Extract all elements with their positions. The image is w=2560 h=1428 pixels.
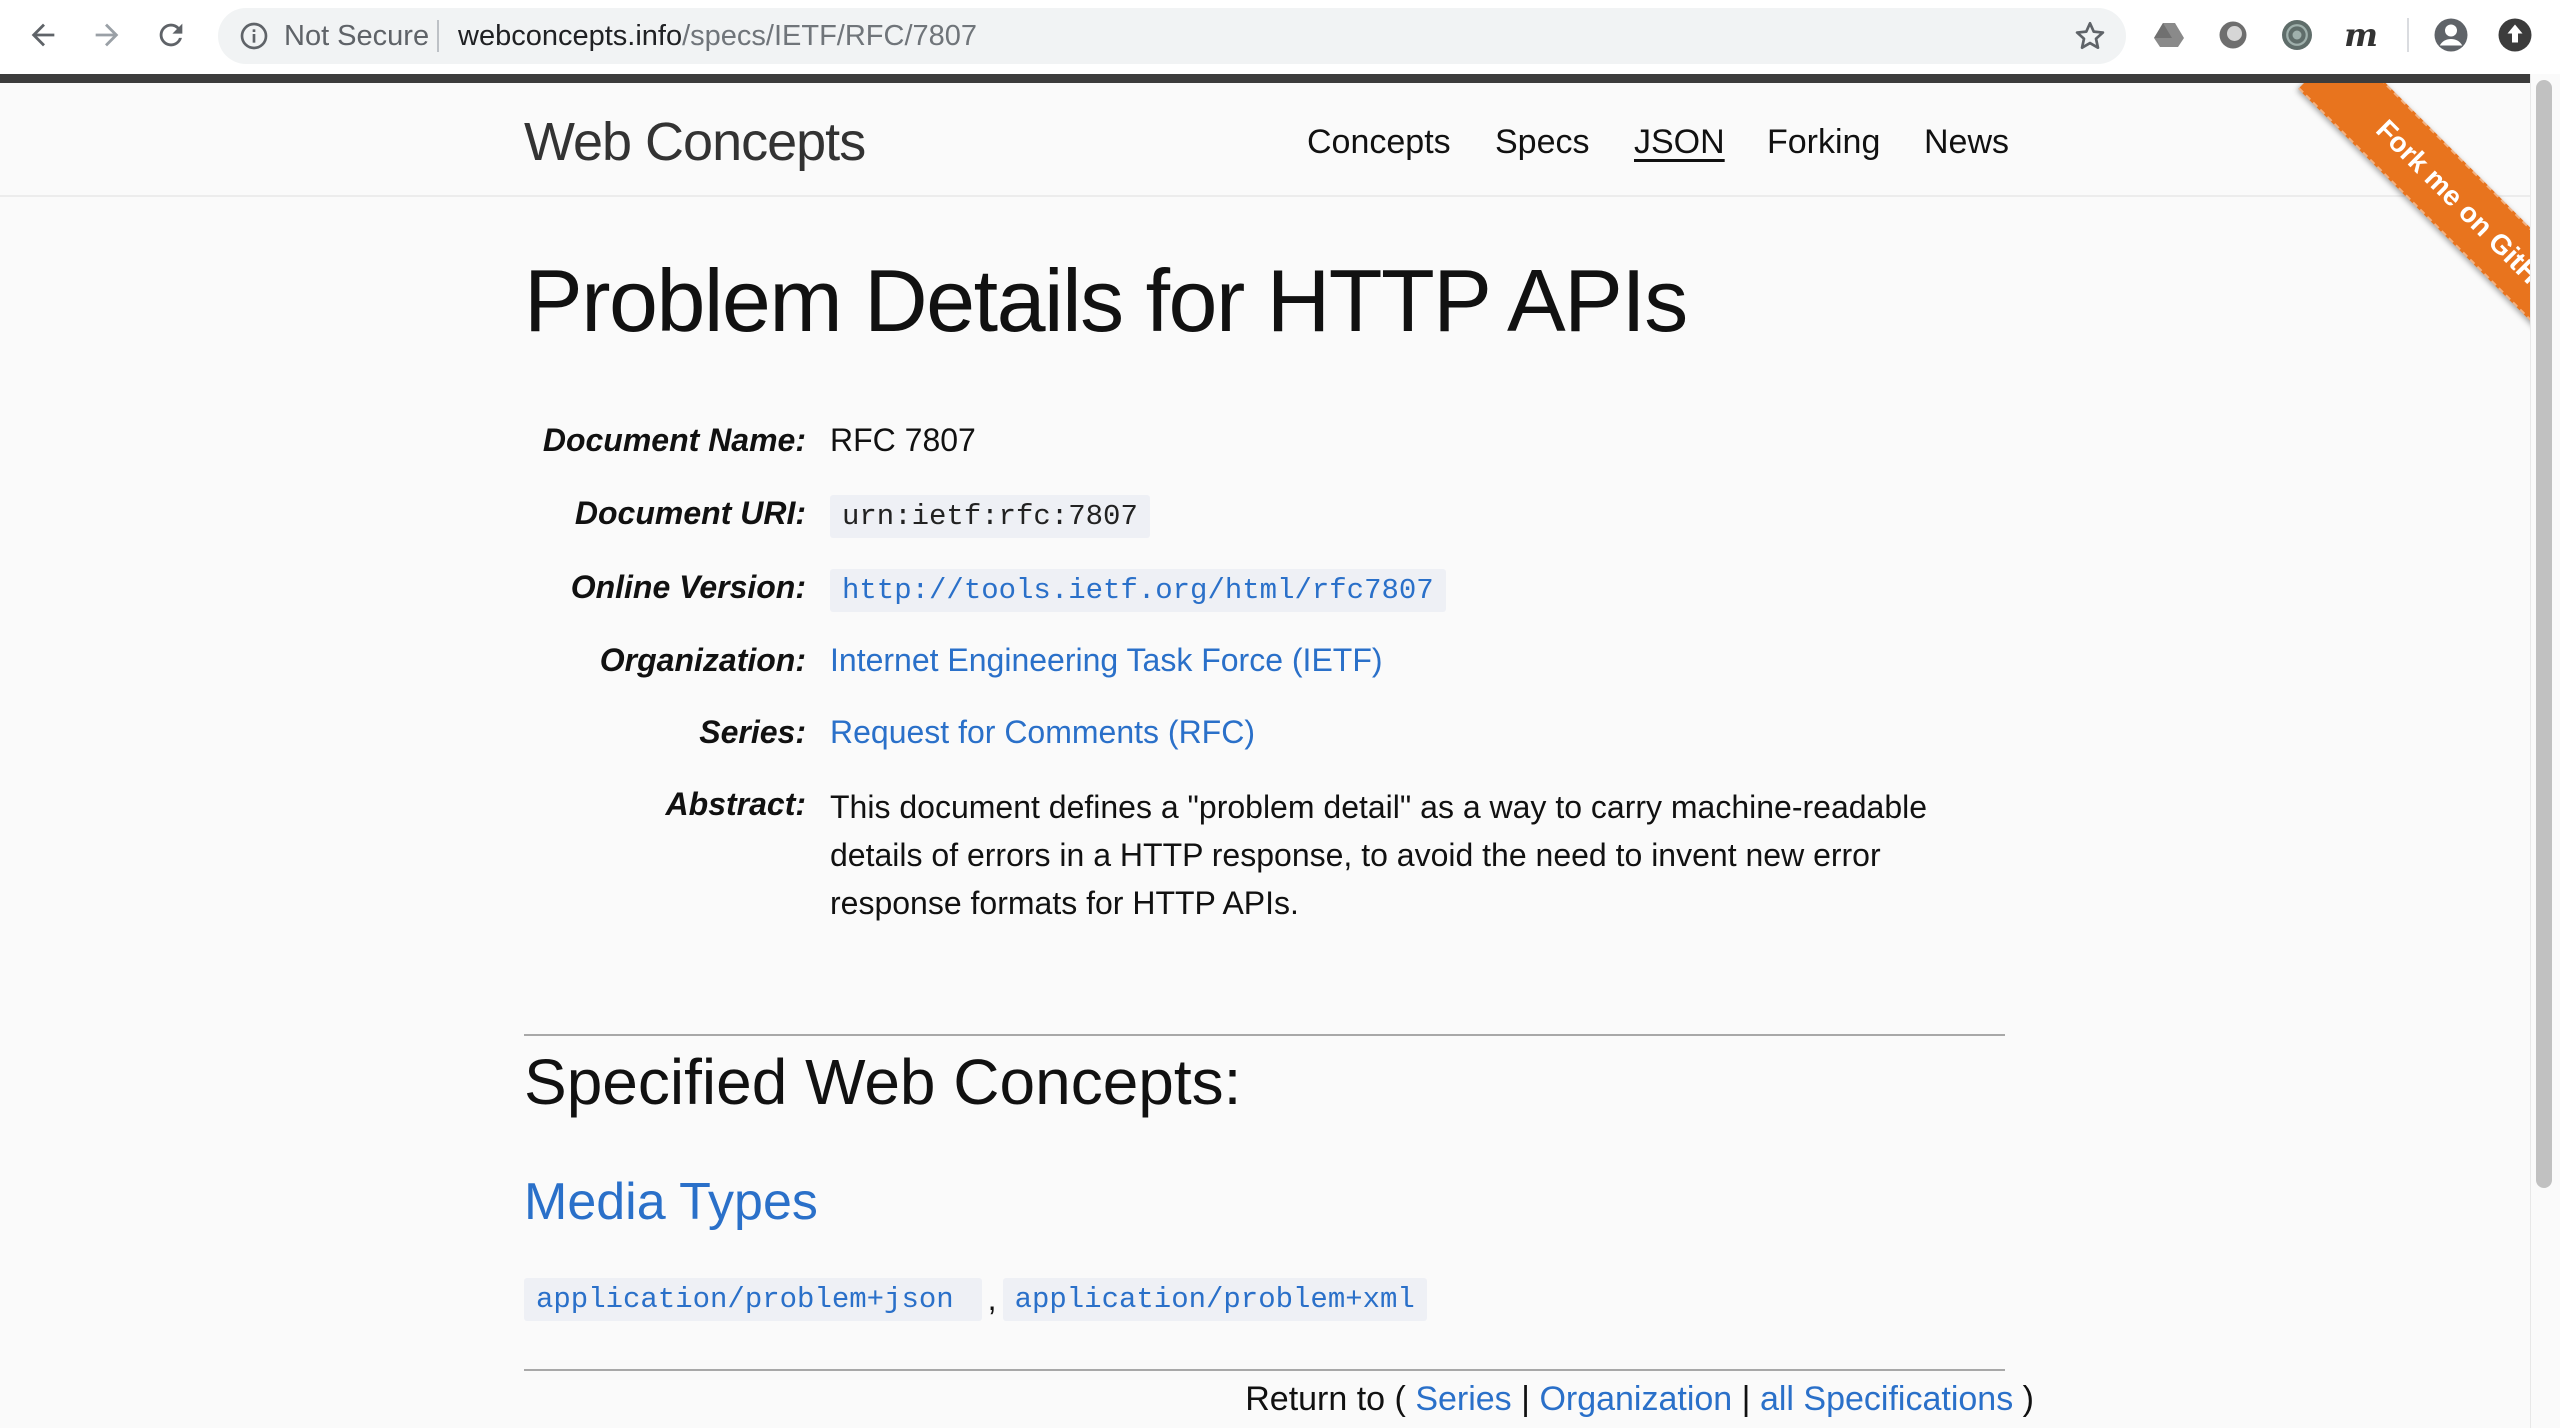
m-extension-icon[interactable]: m <box>2342 16 2380 54</box>
nav-concepts[interactable]: Concepts <box>1307 123 1451 162</box>
online-version-label: Online Version: <box>570 569 806 605</box>
specified-concepts-heading: Specified Web Concepts: <box>524 1046 1242 1118</box>
back-button[interactable] <box>20 12 66 58</box>
document-name-label: Document Name: <box>542 422 806 458</box>
nav-json[interactable]: JSON <box>1634 123 1725 162</box>
bookmark-star-icon[interactable] <box>2072 18 2108 54</box>
nav-news[interactable]: News <box>1924 123 2009 162</box>
return-navigation: Return to ( Series | Organization | all … <box>1245 1380 2034 1419</box>
return-separator-2: | <box>1741 1380 1751 1418</box>
browser-toolbar: Not Secure webconcepts.info/specs/IETF/R… <box>0 0 2560 74</box>
security-status[interactable]: Not Secure <box>284 20 429 52</box>
drive-extension-icon[interactable] <box>2150 16 2188 54</box>
github-ribbon-band[interactable]: Fork me on GitHub <box>2298 83 2530 373</box>
page-title: Problem Details for HTTP APIs <box>524 251 1688 350</box>
site-header: Web Concepts Concepts Specs JSON Forking… <box>0 83 2530 197</box>
forward-button[interactable] <box>84 12 130 58</box>
forward-arrow-icon <box>95 23 119 47</box>
reload-button[interactable] <box>148 12 194 58</box>
online-version-link[interactable]: http://tools.ietf.org/html/rfc7807 <box>830 569 1446 612</box>
circle-extension-icon[interactable] <box>2214 16 2252 54</box>
return-prefix: Return to ( <box>1245 1380 1406 1418</box>
profile-avatar-icon[interactable] <box>2432 16 2470 54</box>
media-types-heading[interactable]: Media Types <box>524 1172 818 1232</box>
toolbar-divider <box>2407 18 2409 52</box>
address-bar[interactable]: Not Secure webconcepts.info/specs/IETF/R… <box>218 8 2126 64</box>
nav-forking[interactable]: Forking <box>1767 123 1880 162</box>
omnibox-divider <box>437 20 439 52</box>
media-types-list: application/problem+json , application/p… <box>524 1278 1427 1321</box>
section-divider <box>524 1034 2005 1036</box>
document-name-value: RFC 7807 <box>830 422 976 458</box>
url-host: webconcepts.info <box>458 20 683 52</box>
organization-link[interactable]: Internet Engineering Task Force (IETF) <box>830 642 1383 679</box>
scrollbar-thumb[interactable] <box>2536 80 2552 1188</box>
media-type-problem-xml[interactable]: application/problem+xml <box>1002 1278 1427 1321</box>
return-suffix: ) <box>2022 1380 2034 1418</box>
abstract-text: This document defines a "problem detail"… <box>830 789 1928 921</box>
reload-icon <box>159 23 183 47</box>
github-ribbon[interactable]: Fork me on GitHub <box>2230 83 2530 373</box>
return-separator-1: | <box>1521 1380 1530 1418</box>
update-icon[interactable] <box>2496 16 2534 54</box>
tab-bar-strip <box>0 74 2530 83</box>
nav-specs[interactable]: Specs <box>1495 123 1590 162</box>
info-icon[interactable] <box>238 20 270 52</box>
return-organization-link[interactable]: Organization <box>1539 1380 1732 1418</box>
abstract-label: Abstract: <box>665 786 806 822</box>
globe-extension-icon[interactable] <box>2278 16 2316 54</box>
media-type-separator: , <box>987 1281 997 1317</box>
document-uri-label: Document URI: <box>574 495 806 531</box>
back-arrow-icon <box>31 23 55 47</box>
url-path: /specs/IETF/RFC/7807 <box>682 20 978 52</box>
site-logo-title[interactable]: Web Concepts <box>524 111 866 173</box>
series-label: Series: <box>699 714 806 750</box>
return-all-specs-link[interactable]: all Specifications <box>1760 1380 2013 1418</box>
media-type-problem-json[interactable]: application/problem+json <box>524 1278 982 1321</box>
organization-label: Organization: <box>599 642 806 678</box>
github-ribbon-label: Fork me on GitHub <box>2370 113 2530 314</box>
return-series-link[interactable]: Series <box>1415 1380 1511 1418</box>
footer-divider <box>524 1369 2005 1371</box>
series-link[interactable]: Request for Comments (RFC) <box>830 714 1255 751</box>
url-text[interactable]: webconcepts.info/specs/IETF/RFC/7807 <box>458 20 977 52</box>
document-uri-value: urn:ietf:rfc:7807 <box>830 495 1150 538</box>
